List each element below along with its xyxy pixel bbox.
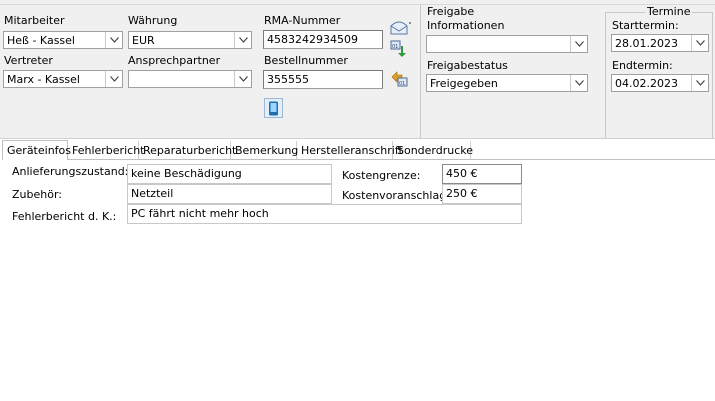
zubehoer-label: Zubehör:: [12, 188, 62, 201]
rma-label: RMA-Nummer: [264, 14, 341, 27]
waehrung-label: Währung: [128, 14, 178, 27]
tab-reparaturbericht[interactable]: Reparaturbericht: [139, 141, 236, 160]
kostenvoranschlag-input[interactable]: 250 €: [442, 184, 522, 204]
kostenvoranschlag-label: Kostenvoranschlag: [342, 189, 447, 202]
tab-bemerkung[interactable]: Bemerkung: [231, 141, 298, 160]
freigabestatus-select[interactable]: Freigegeben: [426, 74, 588, 92]
chevron-down-icon[interactable]: [234, 32, 251, 48]
anlieferungszustand-label: Anlieferungszustand:: [12, 165, 129, 178]
freigabe-title: Freigabe: [427, 5, 475, 18]
zubehoer-field[interactable]: Netzteil: [127, 184, 332, 204]
mobile-phone-button[interactable]: [264, 98, 283, 118]
chevron-down-icon[interactable]: [570, 36, 587, 52]
import-icon[interactable]: 01: [390, 69, 408, 87]
waehrung-value: EUR: [132, 34, 155, 47]
chevron-down-icon[interactable]: [570, 75, 587, 91]
mitarbeiter-select[interactable]: Heß - Kassel: [3, 31, 123, 49]
svg-text:01: 01: [399, 81, 405, 87]
vertreter-value: Marx - Kassel: [7, 73, 80, 86]
export-icon[interactable]: 01: [390, 40, 408, 58]
chevron-down-icon[interactable]: [105, 71, 122, 87]
chevron-down-icon[interactable]: [691, 35, 708, 51]
svg-text:01: 01: [392, 44, 398, 50]
waehrung-select[interactable]: EUR: [128, 31, 252, 49]
informationen-select[interactable]: [426, 35, 588, 53]
endtermin-datepicker[interactable]: 04.02.2023: [611, 74, 709, 92]
endtermin-label: Endtermin:: [612, 59, 673, 72]
ansprechpartner-select[interactable]: [128, 70, 252, 88]
freigabestatus-label: Freigabestatus: [427, 59, 508, 72]
fehlerbericht-kunde-label: Fehlerbericht d. K.:: [12, 210, 117, 223]
vertreter-label: Vertreter: [4, 54, 53, 67]
kostengrenze-label: Kostengrenze:: [342, 169, 421, 182]
chevron-down-icon[interactable]: [105, 32, 122, 48]
starttermin-label: Starttermin:: [612, 19, 679, 32]
tab-divider: [68, 159, 715, 160]
fehlerbericht-kunde-field[interactable]: PC fährt nicht mehr hoch: [127, 204, 522, 224]
freigabestatus-value: Freigegeben: [430, 77, 498, 90]
rma-input[interactable]: 4583242934509: [263, 30, 383, 49]
endtermin-value: 04.02.2023: [615, 77, 678, 90]
ansprechpartner-label: Ansprechpartner: [128, 54, 221, 67]
kostengrenze-input[interactable]: 450 €: [442, 164, 522, 184]
informationen-label: Informationen: [427, 19, 505, 32]
chevron-down-icon[interactable]: [234, 71, 251, 87]
starttermin-value: 28.01.2023: [615, 37, 678, 50]
bestellnummer-input[interactable]: 355555: [263, 70, 383, 89]
mitarbeiter-label: Mitarbeiter: [4, 14, 65, 27]
freigabe-separator: [420, 5, 421, 138]
starttermin-datepicker[interactable]: 28.01.2023: [611, 34, 709, 52]
vertreter-select[interactable]: Marx - Kassel: [3, 70, 123, 88]
bestellnummer-label: Bestellnummer: [264, 54, 348, 67]
anlieferungszustand-field[interactable]: keine Beschädigung: [127, 164, 332, 184]
tab-sonderdrucke[interactable]: Sonderdrucke: [393, 141, 473, 160]
tab-fehlerbericht[interactable]: Fehlerbericht: [68, 141, 144, 160]
mitarbeiter-value: Heß - Kassel: [7, 34, 75, 47]
termine-title: Termine: [645, 5, 693, 18]
tab-herstelleranschrift[interactable]: Herstelleranschrift: [297, 141, 403, 160]
mobile-phone-icon: [269, 101, 278, 115]
email-icon[interactable]: [389, 18, 411, 36]
chevron-down-icon[interactable]: [691, 75, 708, 91]
tab-bar: Geräteinfos Fehlerbericht Reparaturberic…: [0, 140, 715, 160]
tab-geraeteinfos[interactable]: Geräteinfos: [2, 140, 71, 160]
